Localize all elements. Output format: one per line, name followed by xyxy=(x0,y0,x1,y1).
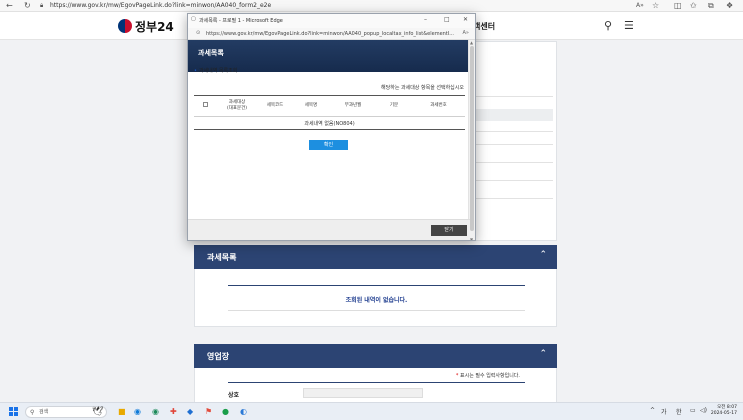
popup-scrollbar[interactable]: ▲ ▼ xyxy=(468,40,475,240)
edge-icon[interactable]: ◉ xyxy=(134,406,141,418)
divider xyxy=(228,310,525,311)
popup-footer: 닫기 xyxy=(188,219,470,240)
scroll-down-icon[interactable]: ▼ xyxy=(470,237,473,240)
tax-list-section-body: 조회된 내역이 없습니다. xyxy=(194,269,557,327)
column-header: 세목코드 xyxy=(258,95,292,117)
popup-address-bar[interactable]: ⊙ https://www.gov.kr/mw/EgovPageLink.do?… xyxy=(188,28,475,40)
site-logo[interactable]: 정부24 xyxy=(118,18,174,34)
read-aloud-icon[interactable]: A» xyxy=(636,0,644,12)
menu-icon[interactable]: ☰ xyxy=(624,19,634,32)
search-label: 검색 xyxy=(39,409,49,415)
popup-instruction: 해당하는 과세대상 항목을 선택하십시오 xyxy=(381,85,464,91)
search-icon[interactable]: ⚲ xyxy=(604,19,612,32)
popup-titlebar[interactable]: ▢ 과세목록 - 프로필 1 - Microsoft Edge – □ ✕ xyxy=(188,14,475,28)
volume-icon[interactable]: ◁) xyxy=(700,407,707,414)
table-row: 과세내역 없음(NO804) xyxy=(194,116,465,130)
tax-list-title: 과세목록 xyxy=(207,253,237,262)
network-icon[interactable]: ▭ xyxy=(690,407,696,414)
close-icon[interactable]: ✕ xyxy=(463,16,468,23)
split-icon[interactable]: ◫ xyxy=(674,0,682,12)
business-name-label: 상호 xyxy=(228,392,240,399)
popup-header-title: 과세목록 xyxy=(198,49,224,57)
app-icon[interactable]: ✚ xyxy=(170,406,177,418)
divider xyxy=(228,382,525,383)
taegeuk-logo-icon xyxy=(118,19,132,33)
app-icon[interactable]: ◆ xyxy=(187,406,193,418)
chrome-icon[interactable]: ● xyxy=(222,406,229,418)
table-header-row: 과세대상 (대표문건) 세목코드 세목명 부과년월 기분 과세번호 xyxy=(194,95,465,117)
business-section-body: * 표시는 필수 입력사항입니다. 상호 xyxy=(194,368,557,402)
scroll-up-icon[interactable]: ▲ xyxy=(470,40,473,45)
bird-widget-icon[interactable]: 🕊︎ xyxy=(92,406,103,418)
background-field xyxy=(475,109,553,121)
required-note: * 표시는 필수 입력사항입니다. xyxy=(455,373,520,379)
tax-table: 과세대상 (대표문건) 세목코드 세목명 부과년월 기분 과세번호 과세내역 없… xyxy=(194,95,465,130)
column-header: 기분 xyxy=(376,95,412,117)
extensions-icon[interactable]: ❖ xyxy=(726,0,733,12)
browser-toolbar: ← ↻ 🔒︎ https://www.gov.kr/mw/EgovPageLin… xyxy=(0,0,743,12)
back-icon[interactable]: ← xyxy=(6,0,13,12)
column-header: 과세대상 (대표문건) xyxy=(216,95,258,117)
popup-subtitle: • 과세내역 목록조회 xyxy=(194,68,238,74)
lock-icon: 🔒︎ xyxy=(40,2,44,9)
divider xyxy=(228,285,525,286)
popup-window: ▢ 과세목록 - 프로필 1 - Microsoft Edge – □ ✕ ⊙ … xyxy=(187,13,476,241)
page-icon: ▢ xyxy=(191,16,196,22)
column-header: 과세번호 xyxy=(412,95,465,117)
customer-center-link[interactable]: 객센터 xyxy=(473,21,495,32)
read-aloud-icon[interactable]: A» xyxy=(463,30,469,36)
chevron-up-icon[interactable]: ⌃ xyxy=(539,250,547,260)
app-icon[interactable]: ◐ xyxy=(240,406,247,418)
select-all-checkbox-cell[interactable] xyxy=(194,95,216,117)
popup-url: https://www.gov.kr/mw/EgovPageLink.do?li… xyxy=(206,31,455,37)
business-section-header[interactable]: 영업장 ⌃ xyxy=(194,344,557,368)
language-indicator[interactable]: 한 xyxy=(676,407,682,416)
select-all-checkbox[interactable] xyxy=(202,102,208,107)
ime-indicator[interactable]: 가 xyxy=(661,407,667,416)
collections-icon[interactable]: ⧉ xyxy=(708,0,714,12)
search-icon: ⚲ xyxy=(30,409,35,416)
tray-overflow-icon[interactable]: ^ xyxy=(650,407,655,414)
maximize-icon[interactable]: □ xyxy=(444,16,450,23)
popup-window-title: 과세목록 - 프로필 1 - Microsoft Edge xyxy=(199,18,283,24)
file-explorer-icon[interactable]: ■ xyxy=(118,406,126,418)
business-title: 영업장 xyxy=(207,352,230,361)
confirm-button[interactable]: 확인 xyxy=(309,140,348,150)
app-icon[interactable]: ⚑ xyxy=(205,406,212,418)
business-name-input[interactable] xyxy=(303,388,423,398)
column-header: 세목명 xyxy=(292,95,330,117)
site-info-icon[interactable]: ⊙ xyxy=(196,30,200,36)
empty-row-message: 과세내역 없음(NO804) xyxy=(194,116,465,130)
chevron-up-icon[interactable]: ⌃ xyxy=(539,349,547,359)
empty-message: 조회된 내역이 없습니다. xyxy=(345,297,408,304)
tax-list-section-header[interactable]: 과세목록 ⌃ xyxy=(194,245,557,269)
logo-text: 정부24 xyxy=(135,19,174,34)
address-bar[interactable]: https://www.gov.kr/mw/EgovPageLink.do?li… xyxy=(50,1,271,11)
clock-date: 2024-05-17 xyxy=(710,411,737,416)
taskbar-clock[interactable]: 오전 8:07 2024-05-17 xyxy=(711,405,737,417)
scroll-thumb[interactable] xyxy=(470,46,474,231)
close-button[interactable]: 닫기 xyxy=(431,225,467,236)
star-icon[interactable]: ☆ xyxy=(652,0,659,12)
taskbar: ⚲ 검색 🕊︎ ■ ◉ ◉ ✚ ◆ ⚑ ● ◐ ^ 가 한 ▭ ◁) 오전 8:… xyxy=(0,402,743,420)
minimize-icon[interactable]: – xyxy=(424,16,427,23)
windows-start-icon[interactable] xyxy=(9,407,18,416)
refresh-icon[interactable]: ↻ xyxy=(24,0,31,12)
edge-dev-icon[interactable]: ◉ xyxy=(152,406,159,418)
column-header: 부과년월 xyxy=(330,95,376,117)
bullet-icon: • xyxy=(194,68,197,74)
favorites-icon[interactable]: ✩ xyxy=(690,0,697,12)
